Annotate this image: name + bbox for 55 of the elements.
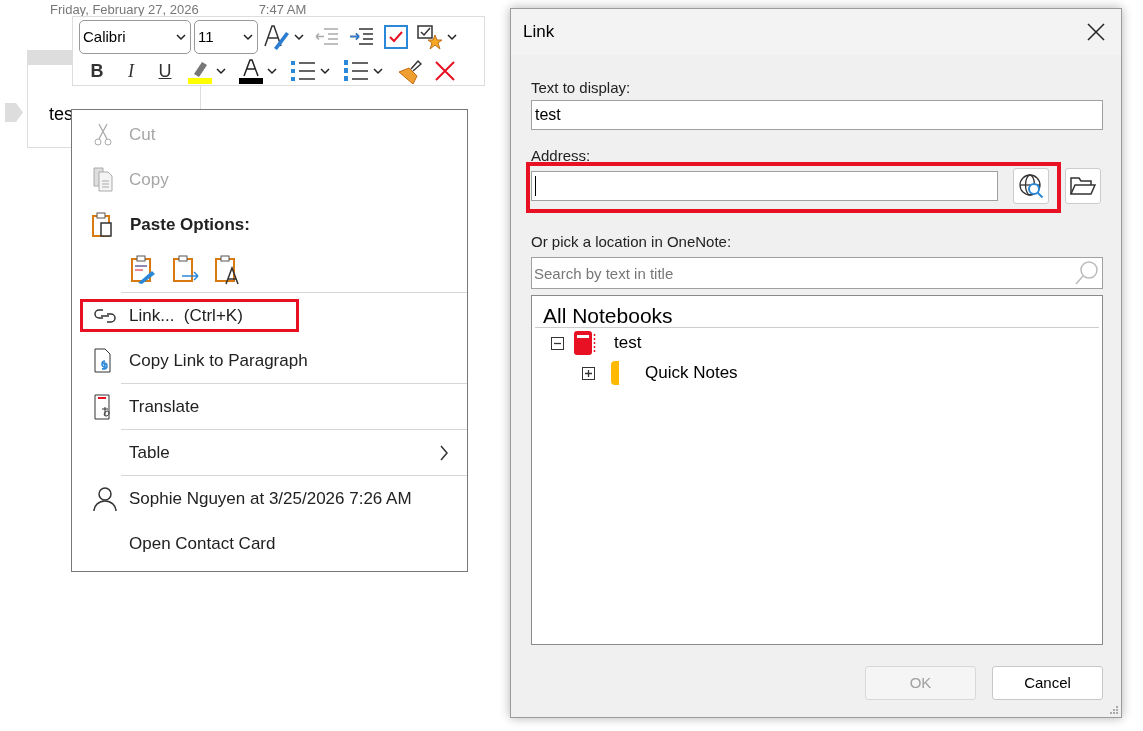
- format-painter-icon: [396, 58, 422, 84]
- field-label: Or pick a location in OneNote:: [531, 232, 733, 251]
- styles-icon: [264, 24, 290, 50]
- menu-item[interactable]: Open Contact Card: [72, 521, 467, 566]
- dialog-button[interactable]: Cancel: [992, 666, 1103, 700]
- dialog-title: Link: [523, 21, 555, 44]
- caret-icon: [319, 67, 331, 75]
- caret-icon: [293, 33, 305, 41]
- numbered-list-icon: [343, 58, 369, 84]
- browse-web-button[interactable]: [1013, 168, 1050, 204]
- bold-button[interactable]: B: [83, 57, 111, 85]
- caret-icon: [242, 33, 254, 41]
- caret-icon: [372, 67, 384, 75]
- close-icon: [1087, 23, 1105, 41]
- folder-icon: [1070, 176, 1097, 196]
- font-size-dropdown[interactable]: 11: [194, 20, 258, 54]
- menu-item[interactable]: Translate: [72, 384, 467, 429]
- note-time: 7:47 AM: [258, 1, 307, 19]
- font-color-icon: [239, 58, 263, 84]
- tree-item[interactable]: Quick Notes: [535, 358, 1099, 388]
- font-dropdown[interactable]: Calibri: [79, 20, 191, 54]
- menu-item[interactable]: Table: [72, 430, 467, 475]
- tree-item[interactable]: test: [535, 328, 1099, 358]
- caret-icon: [266, 67, 278, 75]
- link-icon: [93, 308, 116, 323]
- resize-grip-icon: [1109, 705, 1119, 715]
- person-icon: [92, 485, 117, 512]
- bullet-list-icon: [290, 58, 316, 84]
- search-icon: [1074, 260, 1100, 286]
- underline-button[interactable]: U: [151, 57, 179, 85]
- browse-file-button[interactable]: [1065, 168, 1101, 204]
- paste-keep-format-icon: [130, 254, 158, 285]
- address-field[interactable]: [531, 171, 999, 201]
- todo-tag-button[interactable]: [381, 24, 411, 50]
- menu-item[interactable]: Copy Link to Paragraph: [72, 338, 467, 383]
- caret-icon: [175, 33, 187, 41]
- tags-icon: [417, 24, 443, 50]
- italic-button[interactable]: I: [117, 57, 145, 85]
- paragraph-handle-icon: [5, 103, 23, 122]
- globe-search-icon: [1018, 173, 1045, 199]
- caret-icon: [446, 33, 458, 41]
- menu-item[interactable]: Sophie Nguyen at 3/25/2026 7:26 AM: [72, 476, 467, 521]
- paste-options-heading: Paste Options:: [130, 213, 250, 236]
- menu-item[interactable]: Link... (Ctrl+K): [72, 293, 467, 338]
- search-field[interactable]: Search by text in title: [531, 257, 1103, 289]
- todo-tag-icon: [384, 24, 408, 50]
- field-label: Text to display:: [531, 78, 632, 97]
- paste-text-icon: [214, 254, 242, 285]
- caret-icon: [215, 67, 227, 75]
- text-field[interactable]: test: [531, 100, 1103, 130]
- field-label: Address:: [531, 146, 592, 165]
- note-date: Friday, February 27, 2026: [50, 1, 199, 19]
- chevron-right-icon: [439, 444, 449, 461]
- tree-header: All Notebooks: [535, 296, 1099, 328]
- paste-merge-icon: [172, 254, 200, 285]
